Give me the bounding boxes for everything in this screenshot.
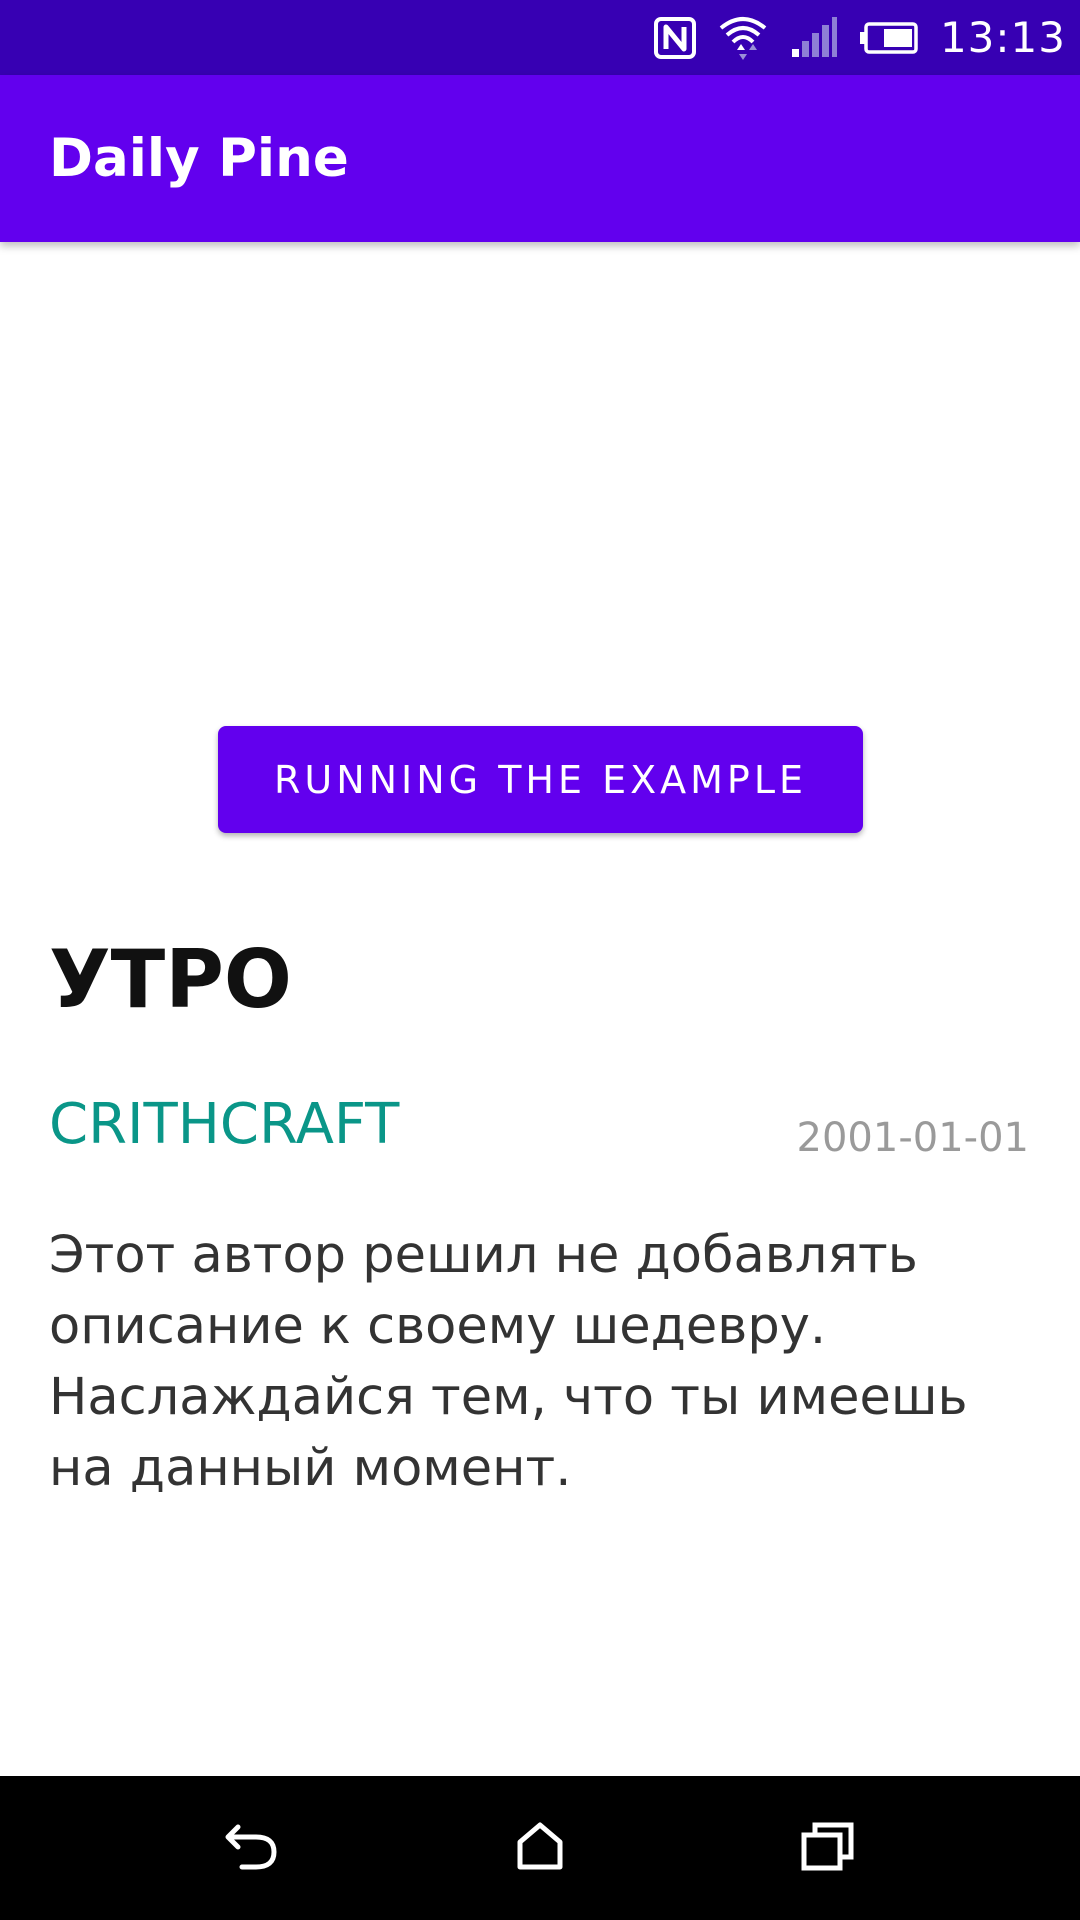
home-button[interactable] <box>460 1776 620 1920</box>
wifi-icon <box>718 14 768 62</box>
recents-button[interactable] <box>748 1776 908 1920</box>
post-title: УТРО <box>49 933 292 1026</box>
running-example-button-label: RUNNING THE EXAMPLE <box>273 757 808 802</box>
back-icon <box>224 1821 280 1876</box>
battery-icon <box>859 21 918 54</box>
status-bar: 13:13 <box>0 0 1080 75</box>
navigation-bar <box>0 1776 1080 1920</box>
recents-icon <box>801 1821 855 1876</box>
status-icons: 13:13 <box>653 0 1066 75</box>
app-title: Daily Pine <box>49 128 349 189</box>
back-button[interactable] <box>172 1776 332 1920</box>
post-description: Этот автор решил не добавлять описание к… <box>49 1226 968 1498</box>
cell-signal-icon <box>790 16 838 59</box>
author-name[interactable]: CRITHCRAFT <box>49 1090 399 1160</box>
screen: 13:13 Daily Pine RUNNING THE EXAMPLE УТР… <box>0 0 1080 1920</box>
running-example-button[interactable]: RUNNING THE EXAMPLE <box>218 726 863 833</box>
app-bar: Daily Pine <box>0 75 1080 242</box>
status-time: 13:13 <box>939 13 1066 62</box>
post-date: 2001-01-01 <box>796 1115 1029 1161</box>
home-icon <box>515 1822 565 1875</box>
nfc-icon <box>653 16 696 59</box>
